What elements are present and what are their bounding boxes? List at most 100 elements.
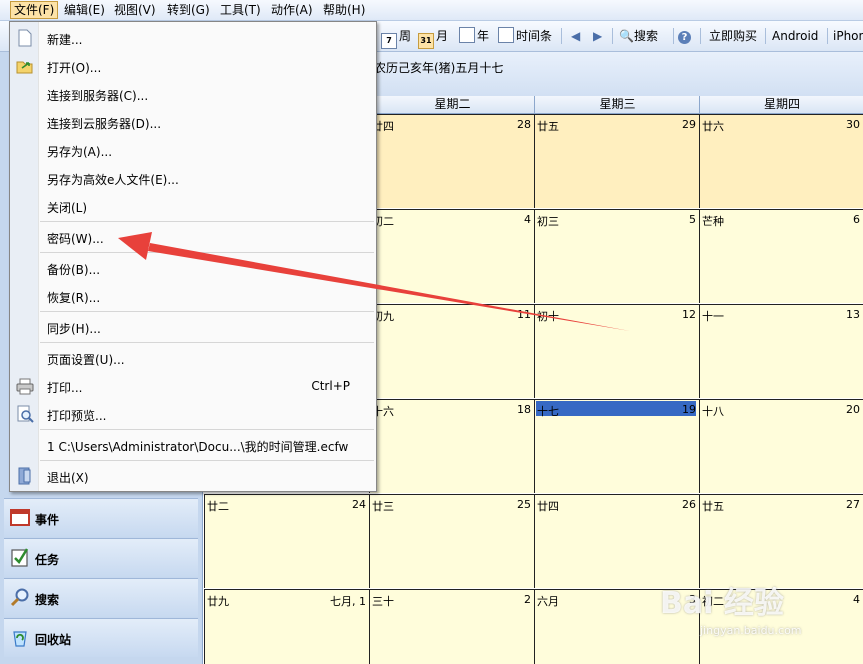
year-view-button[interactable]: 年 (459, 26, 489, 46)
menu-item-print-preview[interactable]: 打印预览... (10, 400, 376, 428)
menu-separator (40, 252, 374, 253)
weekday-header: 星期四 (699, 96, 863, 114)
menu-item-connect-server[interactable]: 连接到服务器(C)... (10, 80, 376, 108)
menu-item-exit-label: 退出(X) (47, 471, 89, 485)
menu-item-sync-label: 同步(H)... (47, 322, 101, 336)
menu-item-open-label: 打开(O)... (47, 61, 102, 75)
menu-item-save-as-ecf[interactable]: 另存为高效e人文件(E)... (10, 164, 376, 192)
day-number: 30 (846, 118, 860, 131)
nav-tasks-button[interactable]: 任务 (4, 538, 198, 577)
day-cell[interactable]: 初三 5 (534, 209, 699, 303)
day-number: 11 (517, 308, 531, 321)
menu-item-close[interactable]: 关闭(L) (10, 192, 376, 220)
day-cell[interactable]: 廿九 七月, 1 (204, 589, 369, 664)
day-cell[interactable]: 廿五 29 (534, 114, 699, 208)
week-view-button[interactable]: 7周 (381, 26, 411, 49)
help-icon: ? (678, 31, 691, 44)
menu-item-backup-label: 备份(B)... (47, 263, 101, 277)
weekday-header: 星期二 (369, 96, 535, 114)
nav-tasks-label: 任务 (35, 553, 60, 567)
menu-separator (40, 221, 374, 222)
file-menu-dropdown: 新建... 打开(O)... 连接到服务器(C)... 连接到云服务器(D)..… (9, 21, 377, 492)
menu-separator (40, 429, 374, 430)
day-number: 19 (682, 403, 696, 416)
menu-item-save-as[interactable]: 另存为(A)... (10, 136, 376, 164)
month-view-button[interactable]: 31 月 (418, 26, 448, 49)
menu-item-backup[interactable]: 备份(B)... (10, 254, 376, 282)
menu-item-restore[interactable]: 恢复(R)... (10, 282, 376, 310)
day-number: 29 (682, 118, 696, 131)
menu-actions[interactable]: 动作(A) (268, 2, 316, 18)
lunar-day: 十一 (702, 310, 724, 323)
print-shortcut: Ctrl+P (311, 379, 350, 393)
lunar-day: 芒种 (702, 215, 724, 228)
day-cell[interactable]: 廿四 26 (534, 494, 699, 588)
day-cell[interactable]: 三十 2 (369, 589, 534, 664)
nav-recycle-button[interactable]: 回收站 (4, 618, 198, 657)
menu-item-password[interactable]: 密码(W)... (10, 223, 376, 251)
day-number: 26 (682, 498, 696, 511)
lunar-day: 廿五 (702, 500, 724, 513)
toolbar-separator (827, 28, 828, 44)
day-cell[interactable]: 廿五 27 (699, 494, 863, 588)
day-cell[interactable]: 廿三 25 (369, 494, 534, 588)
day-number: 13 (846, 308, 860, 321)
menu-tools[interactable]: 工具(T) (217, 2, 264, 18)
watermark-url: jingyan.baidu.com (700, 624, 802, 637)
help-button[interactable]: ? (678, 26, 691, 46)
menu-file[interactable]: 文件(F) (10, 1, 59, 19)
day-cell[interactable]: 十六 18 (369, 399, 534, 493)
next-arrow-icon[interactable]: ▶ (593, 26, 602, 46)
menu-goto[interactable]: 转到(G) (164, 2, 213, 18)
buy-now-button[interactable]: 立即购买 (709, 26, 757, 46)
android-button[interactable]: Android (772, 26, 818, 46)
nav-events-label: 事件 (35, 513, 60, 527)
day-cell[interactable]: 初九 11 (369, 304, 534, 398)
prev-arrow-icon[interactable]: ◀ (571, 26, 580, 46)
menu-view[interactable]: 视图(V) (111, 2, 159, 18)
day-number: 20 (846, 403, 860, 416)
day-number: 27 (846, 498, 860, 511)
day-cell[interactable]: 廿二 24 (204, 494, 369, 588)
search-button[interactable]: 🔍搜索 (619, 26, 658, 46)
recycle-bin-icon (13, 631, 27, 647)
day-cell[interactable]: 芒种 6 (699, 209, 863, 303)
day-number: 12 (682, 308, 696, 321)
day-cell[interactable]: 初二 4 (369, 209, 534, 303)
day-number: 七月, 1 (330, 595, 366, 608)
menu-item-print[interactable]: 打印... Ctrl+P (10, 372, 376, 400)
lunar-date-text: 农历己亥年(猪)五月十七 (374, 61, 504, 75)
menu-item-exit[interactable]: 退出(X) (10, 462, 376, 490)
menu-item-print-preview-label: 打印预览... (47, 409, 107, 423)
day-cell[interactable]: 十一 13 (699, 304, 863, 398)
day-number: 18 (517, 403, 531, 416)
week-icon: 7 (381, 33, 397, 49)
exit-door-icon (18, 467, 31, 485)
menu-edit[interactable]: 编辑(E) (61, 2, 108, 18)
timeline-view-button[interactable]: 时间条 (498, 26, 552, 46)
lunar-day: 廿三 (372, 500, 394, 513)
menu-help[interactable]: 帮助(H) (320, 2, 368, 18)
menu-item-open[interactable]: 打开(O)... (10, 52, 376, 80)
day-cell[interactable]: 廿四 28 (369, 114, 534, 208)
menu-item-connect-cloud[interactable]: 连接到云服务器(D)... (10, 108, 376, 136)
day-cell[interactable]: 初十 12 (534, 304, 699, 398)
nav-recycle-label: 回收站 (35, 633, 72, 647)
menu-item-new[interactable]: 新建... (10, 24, 376, 52)
menu-item-sync[interactable]: 同步(H)... (10, 313, 376, 341)
day-cell[interactable]: 十八 20 (699, 399, 863, 493)
day-number: 4 (853, 593, 860, 606)
day-cell-selected[interactable]: 十七 19 (534, 399, 699, 493)
menu-separator (40, 342, 374, 343)
menu-item-page-setup[interactable]: 页面设置(U)... (10, 344, 376, 372)
nav-events-button[interactable]: 事件 (4, 498, 198, 537)
nav-search-button[interactable]: 搜索 (4, 578, 198, 617)
lunar-day: 初三 (537, 215, 559, 228)
printer-icon (16, 378, 34, 395)
day-number: 28 (517, 118, 531, 131)
print-preview-icon (17, 405, 34, 423)
iphone-button[interactable]: iPhon (833, 26, 863, 46)
year-view-label: 年 (477, 29, 490, 43)
day-cell[interactable]: 廿六 30 (699, 114, 863, 208)
menu-item-recent-file[interactable]: 1 C:\Users\Administrator\Docu...\我的时间管理.… (10, 431, 376, 459)
